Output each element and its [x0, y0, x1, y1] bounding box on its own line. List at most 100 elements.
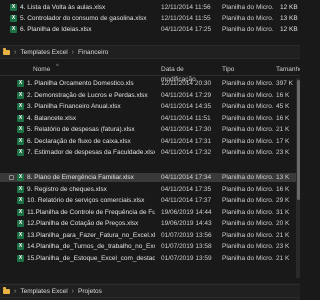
- list-item[interactable]: 4. Lista da Volta às aulas.xlsx 12/11/20…: [0, 3, 300, 12]
- file-date: 04/11/2014 17:37: [161, 197, 212, 204]
- file-name: 8. Plano de Emergência Familiar.xlsx: [27, 174, 134, 181]
- file-date: 04/11/2014 17:29: [161, 91, 212, 99]
- table-row[interactable]: 3. Planilha Financeiro Anual.xlsx 04/11/…: [0, 102, 300, 111]
- excel-file-icon: [17, 91, 24, 99]
- table-row[interactable]: 10. Relatório de serviços comerciais.xls…: [0, 196, 300, 205]
- file-date: 04/11/2014 17:25: [161, 26, 212, 33]
- breadcrumb-item[interactable]: Templates Excel: [20, 49, 67, 56]
- table-row[interactable]: 14.Planilha_de_Turnos_de_trabalho_no_Exc…: [0, 242, 300, 251]
- file-size: 12 KB: [280, 4, 298, 11]
- file-date: 19/06/2019 14:44: [161, 208, 212, 216]
- excel-file-icon: [17, 208, 24, 216]
- file-date: 01/07/2019 13:56: [161, 231, 212, 239]
- table-row[interactable]: 11.Planilha de Controle de Frequência de…: [0, 208, 300, 217]
- table-row[interactable]: 2. Demonstração de Lucros e Perdas.xlsx …: [0, 91, 300, 100]
- excel-file-icon: [17, 126, 24, 133]
- file-type: Planilha do Micro...: [222, 185, 274, 193]
- file-date: 12/11/2014 11:56: [161, 4, 211, 11]
- folder-icon: [3, 48, 10, 55]
- excel-file-icon: [17, 149, 24, 156]
- file-type: Planilha do Micro...: [222, 220, 274, 227]
- excel-file-icon: [17, 103, 24, 110]
- excel-file-icon: [17, 254, 24, 262]
- excel-file-icon: [17, 197, 24, 204]
- file-name: 7. Estimador de despesas da Faculdade.xl…: [27, 149, 155, 156]
- table-row[interactable]: 6. Declaração de fluxo de caixa.xlsx 04/…: [0, 137, 300, 146]
- file-list: Nome ^ Data de modificação Tipo Tamanho …: [0, 60, 300, 282]
- file-name: 3. Planilha Financeiro Anual.xlsx: [27, 103, 121, 110]
- file-size: 13 KB: [280, 15, 298, 22]
- file-size: 12 KB: [280, 26, 298, 33]
- folder-icon: [3, 287, 10, 294]
- table-row[interactable]: 9. Registro de cheques.xlsx 04/11/2014 1…: [0, 185, 300, 194]
- breadcrumb: › Templates Excel › Financeiro: [0, 45, 300, 59]
- column-header-size[interactable]: Tamanho: [276, 65, 300, 75]
- file-name: 5. Controlador do consumo de gasolina.xl…: [20, 15, 147, 22]
- file-name: 2. Demonstração de Lucros e Perdas.xlsx: [27, 91, 148, 99]
- chevron-right-icon: ›: [71, 48, 75, 56]
- breadcrumb-item[interactable]: Templates Excel: [20, 288, 67, 295]
- file-name: 13.Planilha_para_Fazer_Fatura_no_Excel.x…: [27, 231, 155, 239]
- file-date: 04/11/2014 14:35: [161, 103, 212, 110]
- file-date: 12/11/2014 11:55: [161, 15, 211, 22]
- file-type: Planilha do Micro...: [222, 208, 274, 216]
- file-type: Planilha do Micro...: [222, 174, 274, 181]
- excel-file-icon: [17, 185, 24, 193]
- file-type: Planilha do Micro...: [222, 137, 274, 145]
- excel-file-icon: [17, 174, 24, 181]
- table-row[interactable]: 13.Planilha_para_Fazer_Fatura_no_Excel.x…: [0, 231, 300, 240]
- list-item[interactable]: 5. Controlador do consumo de gasolina.xl…: [0, 14, 300, 23]
- file-type: Planilha do Micro...: [222, 231, 274, 239]
- breadcrumb-item[interactable]: Projetos: [78, 288, 102, 295]
- file-type: Planilha do Micro...: [222, 15, 274, 22]
- breadcrumb-item[interactable]: Financeiro: [78, 49, 108, 56]
- list-item[interactable]: 6. Planilha de Ideias.xlsx 04/11/2014 17…: [0, 25, 300, 34]
- table-row-selected[interactable]: 8. Plano de Emergência Familiar.xlsx 04/…: [0, 173, 300, 182]
- chevron-right-icon: ›: [71, 287, 75, 295]
- file-date: 01/07/2019 13:59: [161, 254, 212, 262]
- file-name: 9. Registro de cheques.xlsx: [27, 185, 107, 193]
- file-type: Planilha do Micro...: [222, 103, 274, 110]
- table-row[interactable]: 12.Planilha de Cotação de Preços.xlsx 19…: [0, 219, 300, 228]
- table-row[interactable]: 1. Planilha Orcamento Domestico.xls 12/1…: [0, 79, 300, 88]
- chevron-right-icon: ›: [14, 287, 17, 295]
- excel-file-icon: [17, 114, 24, 122]
- excel-file-icon: [10, 26, 17, 33]
- file-date: 01/07/2019 13:58: [161, 243, 212, 250]
- excel-file-icon: [10, 15, 17, 22]
- file-name: 5. Relatório de despesas (fatura).xlsx: [27, 126, 135, 133]
- vertical-scrollbar[interactable]: [296, 78, 300, 278]
- table-row[interactable]: 15.Planilha_de_Estoque_Excel_com_destaqu…: [0, 254, 300, 263]
- file-date: 12/11/2014 20:30: [161, 80, 212, 87]
- file-date: 04/11/2014 17:31: [161, 137, 212, 145]
- breadcrumb: › Templates Excel › Projetos: [0, 284, 300, 298]
- table-row[interactable]: 7. Estimador de despesas da Faculdade.xl…: [0, 148, 300, 157]
- column-header-name[interactable]: Nome: [33, 65, 161, 75]
- file-type: Planilha do Micro...: [222, 80, 274, 87]
- file-type: Planilha do Micro...: [222, 197, 274, 204]
- file-type: Planilha do Micro...: [222, 243, 274, 250]
- file-date: 04/11/2014 11:51: [161, 114, 211, 122]
- file-type: Planilha do Micro...: [222, 114, 274, 122]
- excel-file-icon: [10, 4, 17, 11]
- column-header-type[interactable]: Tipo: [222, 65, 274, 75]
- file-name: 4. Lista da Volta às aulas.xlsx: [20, 4, 106, 11]
- scrollbar-thumb[interactable]: [296, 80, 300, 200]
- file-name: 6. Declaração de fluxo de caixa.xlsx: [27, 137, 131, 145]
- excel-file-icon: [17, 220, 24, 227]
- excel-file-icon: [17, 243, 24, 250]
- checkbox-icon[interactable]: [9, 174, 14, 180]
- file-name: 15.Planilha_de_Estoque_Excel_com_destaqu…: [27, 254, 155, 262]
- file-type: Planilha do Micro...: [222, 254, 274, 262]
- file-type: Planilha do Micro...: [222, 91, 274, 99]
- file-name: 10. Relatório de serviços comerciais.xls…: [27, 197, 145, 204]
- file-name: 4. Balancete.xlsx: [27, 114, 77, 122]
- file-date: 04/11/2014 17:32: [161, 149, 212, 156]
- file-type: Planilha do Micro...: [222, 4, 274, 11]
- table-row[interactable]: 5. Relatório de despesas (fatura).xlsx 0…: [0, 125, 300, 134]
- file-name: 14.Planilha_de_Turnos_de_trabalho_no_Exc…: [27, 243, 155, 250]
- excel-file-icon: [17, 80, 24, 87]
- file-type: Planilha do Micro...: [222, 126, 274, 133]
- table-row[interactable]: 4. Balancete.xlsx 04/11/2014 11:51 Plani…: [0, 114, 300, 123]
- file-type: Planilha do Micro...: [222, 26, 274, 33]
